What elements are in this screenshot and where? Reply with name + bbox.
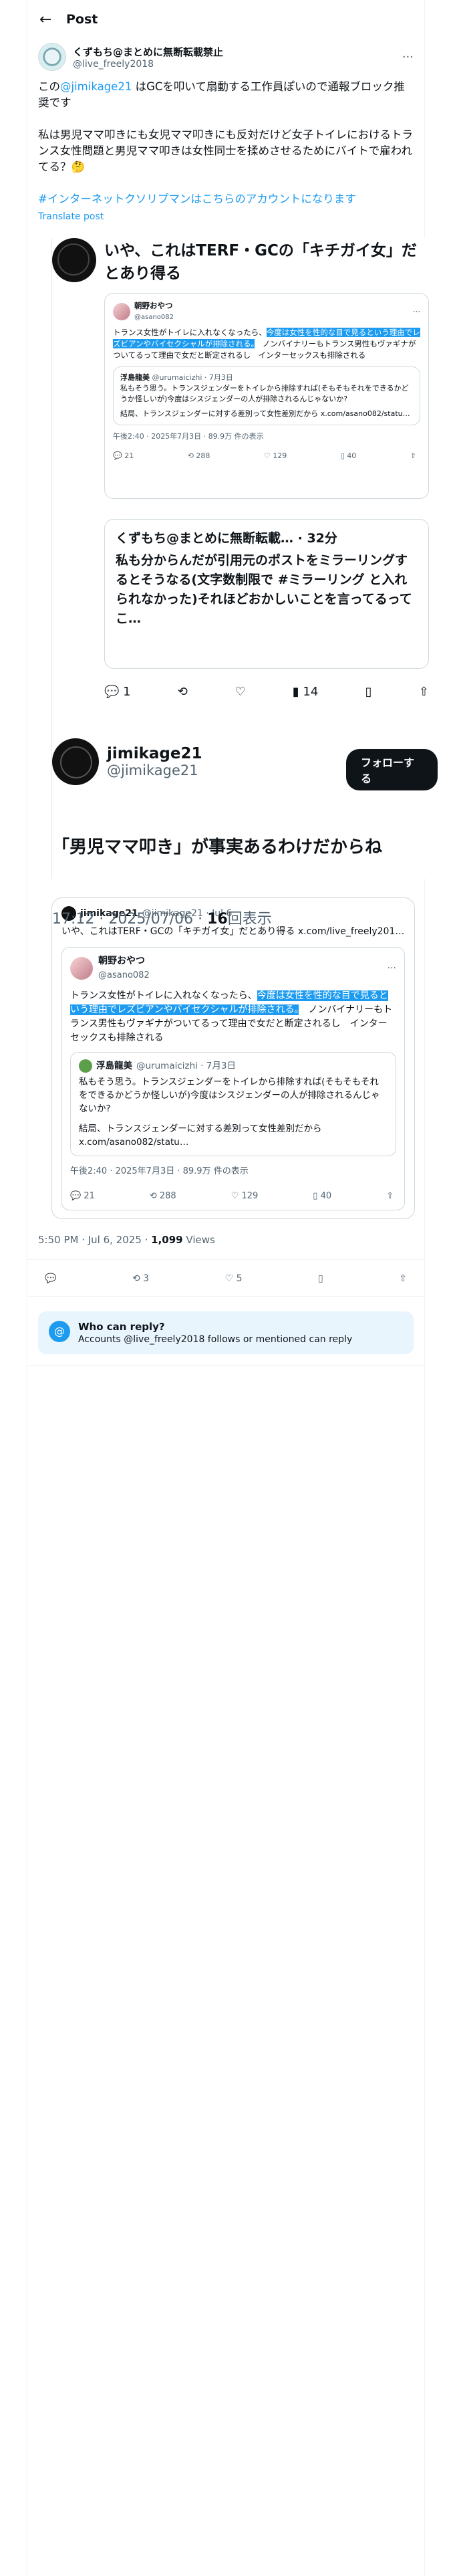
post-body: この@jimikage21 はGCを叩いて扇動する工作員ぽいので通報ブロック推奨… [27,71,424,225]
share-icon: ⇧ [399,1273,407,1284]
avatar [113,303,130,320]
nested2-more: 結局、トランスジェンダーに対する差別って女性差別だから x.com/asano0… [79,1123,322,1148]
post-paragraph-2: 私は男児ママ叩きにも女児ママ叩きにも反対だけど女子トイレにおけるトランス女性問題… [38,128,413,173]
post-paragraph-1: この@jimikage21 はGCを叩いて扇動する工作員ぽいので通報ブロック推奨… [38,79,414,111]
page-title: Post [66,12,98,27]
screenshot-profile: jimikage21 @jimikage21 [52,738,202,785]
repost-icon: ⟲ 288 [149,1191,176,1201]
views-icon: ▮ 14 [292,685,319,699]
share-button[interactable]: ⇧ [399,1273,407,1284]
screenshot-reply-card: くずもち@まとめに無断転載… · 32分 私も分からんだが引用元のポストをミラー… [104,519,429,669]
quote-body: トランス女性がトイレに入れなくなったら、今度は女性を性的な目で見るという理由でレ… [113,327,420,361]
like-icon: ♡ [235,685,246,699]
share-icon: ⇧ [386,1191,394,1201]
header: ← Post [27,0,424,39]
more-options-icon: ··· [413,306,420,316]
avatar [70,957,93,980]
share-icon: ⇧ [410,451,416,460]
reply-icon: 💬 21 [113,451,134,460]
screenshot-text: いや、これはTERF・GCの「キチガイ女」だとあり得る [104,242,417,282]
nested-quote-level-2: 浮島龍美 @urumaicizhi · 7月3日 私もそう思う。トランスジェンダ… [70,1052,396,1156]
action-bar: 💬 ⟲ 3 ♡ 5 ▯ ⇧ [27,1260,424,1296]
author-names: くずもち@まとめに無断転載禁止 @live_freely2018 [73,45,223,70]
repost-button[interactable]: ⟲ 3 [132,1273,149,1284]
divider [27,1296,424,1297]
avatar [79,1059,92,1073]
post-text: この [38,80,60,93]
nested-body: 私もそう思う。トランスジェンダーをトイレから排除すれば(そもそもそれをできるかど… [120,384,409,403]
bookmark-icon: ▯ [318,1273,323,1284]
like-icon: ♡ 129 [231,1191,259,1201]
avatar[interactable] [38,43,66,71]
profile-handle: @jimikage21 [107,762,198,778]
divider [27,1365,424,1366]
screenshot-actions: 💬 1 ⟲ ♡ ▮ 14 ▯ ⇧ [104,685,429,699]
bookmark-icon: ▯ 40 [313,1191,332,1201]
nested-actions: 💬 21 ⟲ 288 ♡ 129 ▯ 40 ⇧ [70,1189,396,1203]
at-icon: @ [49,1321,70,1342]
mention-link[interactable]: @jimikage21 [60,80,132,93]
quote-header: 朝野おやつ @asano082 ··· [113,300,420,323]
author-name[interactable]: くずもち@まとめに無断転載禁止 [73,45,223,59]
author-handle[interactable]: @live_freely2018 [73,59,223,70]
who-can-reply-notice: @ Who can reply? Accounts @live_freely20… [38,1311,414,1354]
quote-handle: @asano082 [134,314,174,321]
more-options-icon: ··· [387,962,396,974]
reply-button[interactable]: 💬 [45,1273,56,1284]
like-button[interactable]: ♡ 5 [225,1273,243,1284]
nested-handle: @asano082 [98,970,150,980]
profile-name: jimikage21 [107,745,202,762]
like-icon: ♡ 129 [263,451,287,460]
nested-body: トランス女性がトイレに入れなくなったら、今度は女性を性的な目で見るという理由でレ… [70,990,393,1043]
nested2-body: 私もそう思う。トランスジェンダーをトイレから排除すれば(そもそもそれをできるかど… [79,1077,380,1114]
screenshot-reply-text: 「男児ママ叩き」が事実あるわけだからね [52,837,383,857]
nested-name: 朝野おやつ [98,956,145,966]
nested2-name: 浮島龍美 [96,1061,132,1071]
share-icon: ⇧ [418,685,429,699]
repost-icon: ⟲ 288 [187,451,210,460]
quote-actions: 💬 21 ⟲ 288 ♡ 129 ▯ 40 ⇧ [113,450,420,461]
quote-meta: 午後2:40 · 2025年7月3日 · 89.9万 件の表示 [113,432,264,441]
bookmark-button[interactable]: ▯ [318,1273,323,1284]
quote-name: 朝野おやつ [134,301,173,310]
nested-more: 結局、トランスジェンダーに対する差別って女性差別だから x.com/asano0… [120,409,410,418]
attached-screenshot[interactable]: いや、これはTERF・GCの「キチガイ女」だとあり得る 朝野おやつ @asano… [51,238,438,928]
more-options-icon[interactable]: ··· [402,50,414,64]
who-can-reply-desc: Accounts @live_freely2018 follows or men… [78,1334,353,1345]
back-arrow-icon[interactable]: ← [39,11,66,28]
bookmark-icon: ▯ 40 [340,451,357,460]
nested-quote: 朝野おやつ @asano082 ··· トランス女性がトイレに入れなくなったら、… [61,947,405,1210]
screenshot-quote-card: 朝野おやつ @asano082 ··· トランス女性がトイレに入れなくなったら、… [104,293,429,499]
nested-quote: 浮島龍美 @urumaicizhi · 7月3日 私もそう思う。トランスジェンダ… [113,366,420,425]
quoted-post[interactable]: jimikage21 @jimikage21 · Jul 6 いや、これはTER… [51,897,415,1219]
quote-text: トランス女性がトイレに入れなくなったら、 [113,328,267,337]
nested-quote-header: 朝野おやつ @asano082 ··· [70,954,396,982]
reply-icon: 💬 1 [104,685,131,699]
post-timestamp: 5:50 PM · Jul 6, 2025 · 1,099 Views [38,1234,215,1246]
nested-handle: @urumaicizhi · 7月3日 [152,373,233,382]
reply-icon: 💬 [45,1273,57,1284]
repost-icon: ⟲ [132,1273,140,1284]
bookmark-icon: ▯ [365,685,372,699]
main-column: ← Post くずもち@まとめに無断転載禁止 @live_freely2018 … [27,0,438,2576]
reply-icon: 💬 21 [70,1191,95,1201]
translate-link[interactable]: Translate post [38,209,414,225]
hashtag-link[interactable]: #インターネットクソリプマンはこちらのアカウントになります [38,193,356,205]
nested2-handle: @urumaicizhi · 7月3日 [136,1061,236,1071]
screenshot-timestamp: 17:12 · 2025/07/06 · 16回表示 [52,911,272,928]
nested-name: 浮島龍美 [120,373,150,382]
who-can-reply-title: Who can reply? [78,1321,165,1333]
follow-button: フォローする [346,749,438,790]
avatar [52,738,99,785]
screenshot-avatar [52,238,96,282]
repost-icon: ⟲ [177,685,188,699]
reply-card-body: 私も分からんだが引用元のポストをミラーリングするとそうなる(文字数制限で #ミラ… [116,553,412,626]
post-author: くずもち@まとめに無断転載禁止 @live_freely2018 ··· [27,39,424,71]
nested-meta: 午後2:40 · 2025年7月3日 · 89.9万 件の表示 [70,1166,249,1176]
reply-card-header: くずもち@まとめに無断転載… · 32分 [116,531,337,546]
heart-icon: ♡ [224,1273,234,1284]
